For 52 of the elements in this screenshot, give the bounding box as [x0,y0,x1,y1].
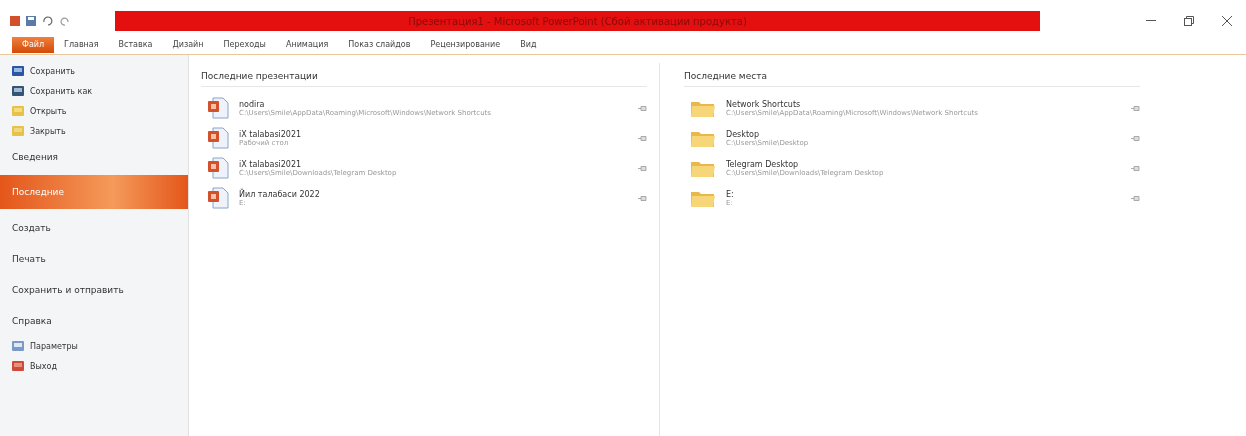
sidebar-item[interactable]: Сведения [0,141,188,172]
ribbon-tab[interactable]: Рецензирование [420,37,511,53]
ribbon-tab[interactable]: Вид [510,37,547,53]
sidebar-item[interactable]: Сохранить [0,61,188,81]
presentation-file-icon [207,157,229,179]
pin-icon[interactable] [1131,105,1140,111]
sidebar-item[interactable]: Выход [0,356,188,376]
folder-name[interactable]: Network Shortcuts [726,99,1121,109]
redo-icon[interactable] [60,16,70,26]
section-heading: Последние презентации [201,63,647,87]
presentation-file-icon [207,187,229,209]
floppy-icon [12,66,24,76]
presentation-file-icon [207,97,229,119]
file-name[interactable]: nodira [239,99,628,109]
sidebar-item[interactable]: Сохранить как [0,81,188,101]
folder-name[interactable]: E: [726,189,1121,199]
pin-icon[interactable] [638,195,647,201]
sidebar-item[interactable]: Закрыть [0,121,188,141]
sidebar-item[interactable]: Создать [0,212,188,243]
folder-name[interactable]: Telegram Desktop [726,159,1121,169]
file-name[interactable]: iX talabasi2021 [239,129,628,139]
window-title: Презентация1 - Microsoft PowerPoint (Сбой активации продукта) [408,15,747,27]
app-icon [10,16,20,26]
ribbon-tab[interactable]: Вставка [108,37,163,53]
ribbon-tab[interactable]: Дизайн [162,37,214,53]
file-name[interactable]: Йил талабаси 2022 [239,189,628,199]
floppy-icon [12,86,24,96]
restore-icon[interactable] [1184,16,1194,26]
pin-icon[interactable] [638,105,647,111]
sidebar-item[interactable]: Открыть [0,101,188,121]
close-icon[interactable] [1222,16,1232,26]
minimize-icon[interactable] [1146,20,1156,22]
exit-icon [12,361,24,371]
pin-icon[interactable] [1131,195,1140,201]
pin-icon[interactable] [638,165,647,171]
pin-icon[interactable] [1131,165,1140,171]
ribbon-tab[interactable]: Показ слайдов [338,37,421,53]
ribbon-tab[interactable]: Анимация [275,37,339,53]
section-heading: Последние места [684,63,1140,87]
sidebar-item[interactable]: Справка [0,305,188,336]
pin-icon[interactable] [1131,135,1140,141]
undo-icon[interactable] [42,16,54,26]
sidebar-item[interactable]: Параметры [0,336,188,356]
ribbon-tab[interactable]: Главная [54,37,109,53]
floppy-icon[interactable] [26,16,36,26]
pin-icon[interactable] [638,135,647,141]
sidebar-item[interactable]: Печать [0,243,188,274]
ribbon-tab[interactable]: Переходы [213,37,276,53]
file-name[interactable]: iX talabasi2021 [239,159,628,169]
folder-name[interactable]: Desktop [726,129,1121,139]
presentation-file-icon [207,127,229,149]
sidebar-item[interactable]: Сохранить и отправить [0,274,188,305]
